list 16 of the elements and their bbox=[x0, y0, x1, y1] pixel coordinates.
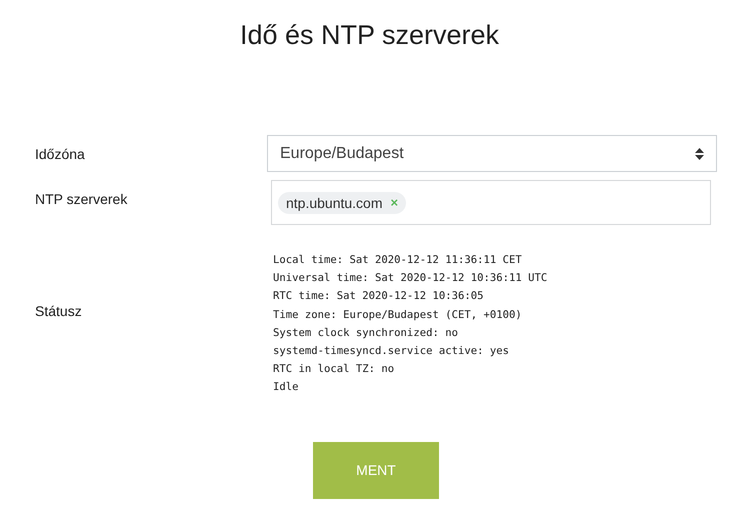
ntp-server-field[interactable]: ntp.ubuntu.com × bbox=[271, 180, 711, 225]
status-line: RTC in local TZ: no bbox=[273, 362, 396, 378]
status-line: Time zone: Europe/Budapest (CET, +0100) bbox=[273, 308, 523, 323]
status-line: RTC time: Sat 2020-12-12 10:36:05 bbox=[273, 289, 484, 304]
status-line: systemd-timesyncd.service active: yes bbox=[273, 344, 510, 360]
tag-label: ntp.ubuntu.com bbox=[286, 194, 383, 210]
field-label: Időzóna bbox=[35, 146, 86, 162]
status-line: Idle bbox=[273, 380, 300, 396]
status-line: Universal time: Sat 2020-12-12 10:36:11 UTC bbox=[273, 271, 548, 286]
status-line: System clock synchronized: no bbox=[273, 326, 459, 341]
sort-arrows-icon bbox=[695, 148, 704, 160]
page-title: Idő és NTP szerverek bbox=[238, 20, 500, 51]
timezone-select[interactable]: Europe/Budapest bbox=[267, 135, 717, 172]
field-label: Státusz bbox=[35, 302, 83, 319]
field-label: NTP szerverek bbox=[35, 190, 128, 206]
status-line: Local time: Sat 2020-12-12 11:36:11 CET bbox=[273, 253, 523, 268]
